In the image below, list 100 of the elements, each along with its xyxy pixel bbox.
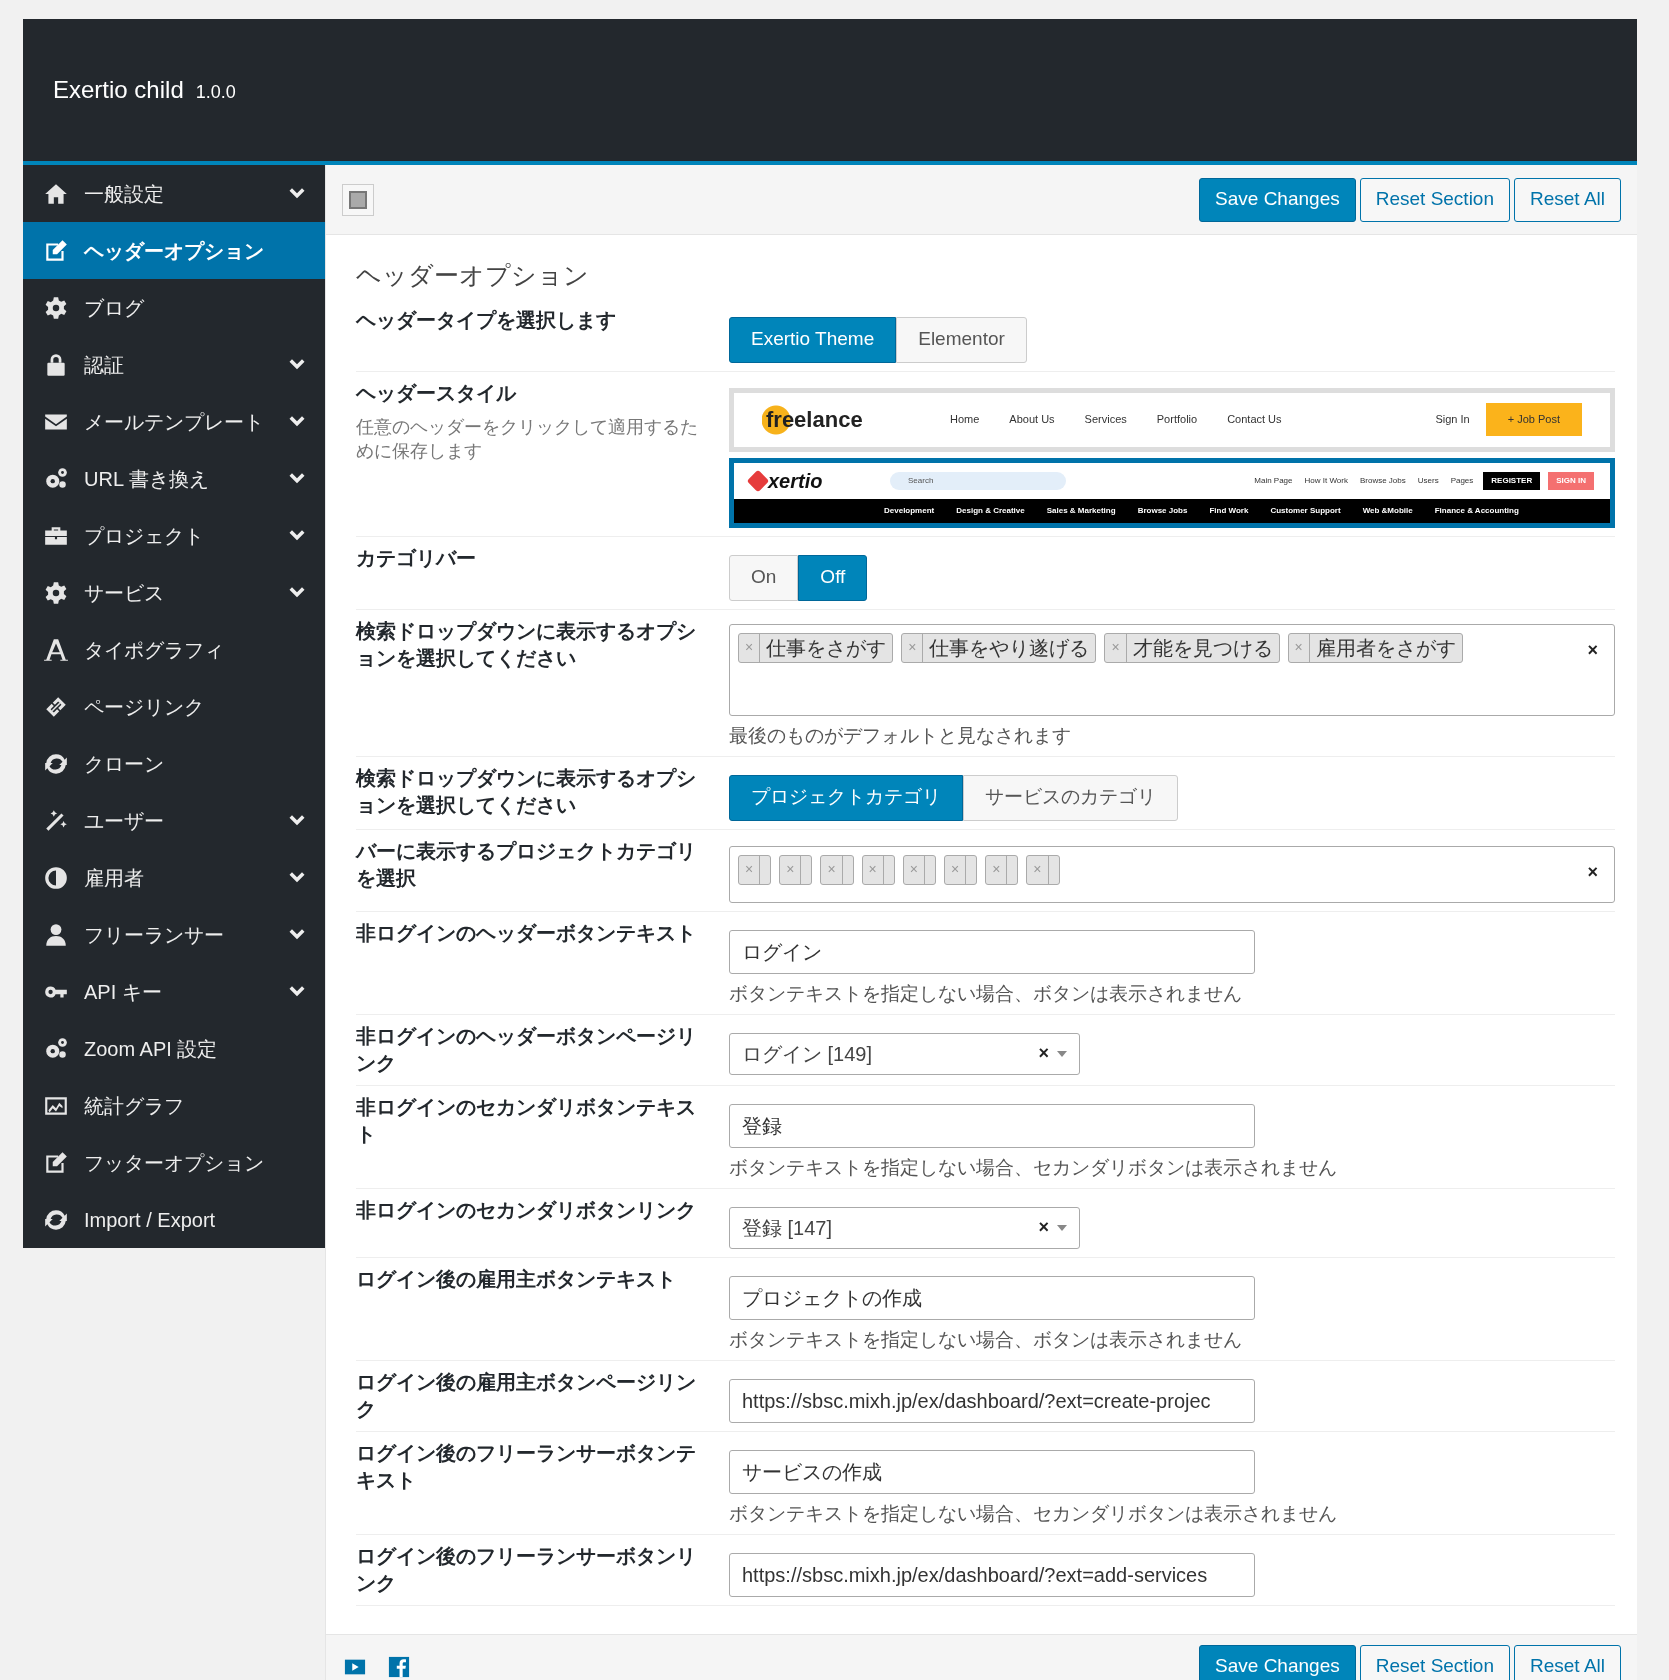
sidebar-item[interactable]: URL 書き換え bbox=[23, 450, 325, 507]
selected-tag[interactable]: × 才能を見つける bbox=[1104, 632, 1280, 663]
sidebar-item[interactable]: ページリンク bbox=[23, 678, 325, 735]
field-description: ボタンテキストを指定しない場合、セカンダリボタンは表示されません bbox=[729, 1155, 1338, 1180]
field-label: 非ログインのセカンダリボタンテキスト bbox=[356, 1094, 697, 1147]
select-field[interactable]: ログイン [149] × bbox=[729, 1032, 1080, 1075]
edit-icon bbox=[43, 1149, 69, 1176]
clear-icon[interactable]: × bbox=[1587, 858, 1598, 886]
toggle-option[interactable]: Elementor bbox=[896, 316, 1027, 363]
toggle-option[interactable]: On bbox=[729, 554, 799, 601]
text-input[interactable]: https://sbsc.mixh.jp/ex/dashboard/?ext=add-services bbox=[729, 1552, 1255, 1597]
sidebar-item[interactable]: 統計グラフ bbox=[23, 1077, 325, 1134]
reset-button[interactable]: Reset All bbox=[1514, 177, 1621, 222]
sidebar-item[interactable]: API キー bbox=[23, 963, 325, 1020]
category-link[interactable]: Design & Creative bbox=[956, 504, 1025, 517]
field-description: 任意のヘッダーをクリックして適用するために保存します bbox=[356, 415, 699, 463]
sidebar-item[interactable]: メールテンプレート bbox=[23, 393, 325, 450]
search-field[interactable]: Search bbox=[890, 471, 1066, 490]
save-button[interactable]: Save Changes bbox=[1199, 1644, 1356, 1680]
contrast-icon bbox=[43, 864, 69, 891]
field-label: 非ログインのヘッダーボタンページリンク bbox=[356, 1023, 697, 1076]
text-input[interactable]: サービスの作成 bbox=[729, 1449, 1255, 1494]
user-icon bbox=[43, 921, 69, 948]
save-button[interactable]: Save Changes bbox=[1199, 177, 1356, 222]
nav-link[interactable]: Contact Us bbox=[1227, 411, 1282, 428]
field-description: ボタンテキストを指定しない場合、ボタンは表示されません bbox=[729, 981, 1243, 1006]
selected-tag[interactable]: × 仕事をやり遂げる bbox=[901, 632, 1097, 663]
nav-link[interactable]: Main Page bbox=[1254, 474, 1293, 487]
sidebar-item[interactable]: タイポグラフィ bbox=[23, 621, 325, 678]
nav-link[interactable]: About Us bbox=[1009, 411, 1055, 428]
clear-icon[interactable]: × bbox=[1038, 1214, 1049, 1241]
category-link[interactable]: Finance & Accounting bbox=[1434, 504, 1519, 517]
sidebar-item[interactable]: Import / Export bbox=[23, 1191, 325, 1248]
field-label: ログイン後の雇用主ボタンテキスト bbox=[356, 1266, 677, 1292]
nav-link[interactable]: Home bbox=[950, 411, 980, 428]
category-link[interactable]: Development bbox=[884, 504, 935, 517]
letter-a-icon bbox=[43, 636, 69, 663]
toggle-option[interactable]: プロジェクトカテゴリ bbox=[729, 774, 963, 821]
field-description: ボタンテキストを指定しない場合、ボタンは表示されません bbox=[729, 1327, 1243, 1352]
category-link[interactable]: Sales & Marketing bbox=[1046, 504, 1116, 517]
text-input[interactable]: ログイン bbox=[729, 929, 1255, 974]
toggle-option[interactable]: サービスのカテゴリ bbox=[963, 774, 1178, 821]
sign-in-link[interactable]: Sign In bbox=[1435, 411, 1470, 428]
field-description: 最後のものがデフォルトと見なされます bbox=[729, 723, 1072, 748]
toggle-option[interactable]: Exertio Theme bbox=[729, 316, 897, 363]
clear-icon[interactable]: × bbox=[1038, 1040, 1049, 1067]
sidebar-item[interactable]: Zoom API 設定 bbox=[23, 1020, 325, 1077]
header-style-option[interactable]: xertio Search Main Page How It Work Browse Jobs Users Pages REGISTER SIGN IN Development Design & Creative Sales & Marketing Browse Jobs Find Work Customer Support Web &Mobile Finance & Accounting bbox=[729, 457, 1615, 528]
sidebar-item[interactable]: フッターオプション bbox=[23, 1134, 325, 1191]
edit-icon bbox=[43, 237, 69, 264]
field-label: 非ログインのヘッダーボタンテキスト bbox=[356, 920, 697, 946]
reset-button[interactable]: Reset Section bbox=[1359, 1644, 1510, 1680]
sidebar-item[interactable]: フリーランサー bbox=[23, 906, 325, 963]
field-label: ログイン後のフリーランサーボタンテキスト bbox=[356, 1440, 697, 1493]
nav-link[interactable]: How It Work bbox=[1304, 474, 1348, 487]
category-link[interactable]: Browse Jobs bbox=[1137, 504, 1188, 517]
sidebar-item[interactable]: ブログ bbox=[23, 279, 325, 336]
dropdown-arrow-icon bbox=[1057, 1050, 1067, 1057]
multi-select-field[interactable]: × 仕事をさがす × 仕事をやり遂げる × 才能を見つける × 雇用者をさがす × bbox=[729, 623, 1615, 716]
sidebar-item[interactable]: 認証 bbox=[23, 336, 325, 393]
nav-link[interactable]: Services bbox=[1084, 411, 1127, 428]
register-button[interactable]: REGISTER bbox=[1483, 471, 1541, 490]
sidebar-item[interactable]: サービス bbox=[23, 564, 325, 621]
sidebar-item[interactable]: ヘッダーオプション bbox=[23, 222, 325, 279]
sidebar-item[interactable]: 一般設定 bbox=[23, 165, 325, 222]
job-post-button[interactable]: + Job Post bbox=[1485, 403, 1582, 436]
gear-icon bbox=[43, 294, 69, 321]
field-label: 検索ドロップダウンに表示するオプションを選択してください bbox=[356, 618, 697, 671]
category-link[interactable]: Customer Support bbox=[1270, 504, 1341, 517]
selected-tag[interactable]: × 仕事をさがす bbox=[738, 632, 894, 663]
clear-icon[interactable]: × bbox=[1587, 636, 1598, 664]
field-label: ヘッダースタイル bbox=[356, 380, 518, 406]
sidebar-item[interactable]: 雇用者 bbox=[23, 849, 325, 906]
app-title: Exertio child bbox=[53, 75, 184, 105]
category-link[interactable]: Find Work bbox=[1209, 504, 1249, 517]
facebook-icon[interactable] bbox=[388, 1655, 410, 1678]
nav-link[interactable]: Portfolio bbox=[1156, 411, 1198, 428]
reset-button[interactable]: Reset All bbox=[1514, 1644, 1621, 1680]
reset-button[interactable]: Reset Section bbox=[1359, 177, 1510, 222]
nav-link[interactable]: Users bbox=[1417, 474, 1439, 487]
text-input[interactable]: プロジェクトの作成 bbox=[729, 1275, 1255, 1320]
gear-icon bbox=[43, 579, 69, 606]
sidebar-item[interactable]: クローン bbox=[23, 735, 325, 792]
field-label: カテゴリバー bbox=[356, 545, 477, 571]
selected-tag[interactable]: × 雇用者をさがす bbox=[1287, 632, 1463, 663]
toggle-option[interactable]: Off bbox=[798, 554, 868, 601]
text-input[interactable]: 登録 bbox=[729, 1103, 1255, 1148]
app-version: 1.0.0 bbox=[195, 80, 236, 104]
nav-link[interactable]: Browse Jobs bbox=[1359, 474, 1406, 487]
field-label: ログイン後のフリーランサーボタンリンク bbox=[356, 1543, 697, 1596]
field-label: ログイン後の雇用主ボタンページリンク bbox=[356, 1369, 697, 1422]
category-link[interactable]: Web &Mobile bbox=[1362, 504, 1413, 517]
field-label: 検索ドロップダウンに表示するオプションを選択してください bbox=[356, 765, 697, 818]
multi-select-field[interactable]: × × × × × × × × × bbox=[729, 845, 1615, 903]
sidebar-item[interactable]: プロジェクト bbox=[23, 507, 325, 564]
layout-toggle-icon[interactable] bbox=[342, 183, 374, 216]
sidebar-item[interactable]: ユーザー bbox=[23, 792, 325, 849]
text-input[interactable]: https://sbsc.mixh.jp/ex/dashboard/?ext=create-projec bbox=[729, 1378, 1255, 1423]
select-field[interactable]: 登録 [147] × bbox=[729, 1206, 1080, 1249]
nav-link[interactable]: Pages bbox=[1450, 474, 1474, 487]
